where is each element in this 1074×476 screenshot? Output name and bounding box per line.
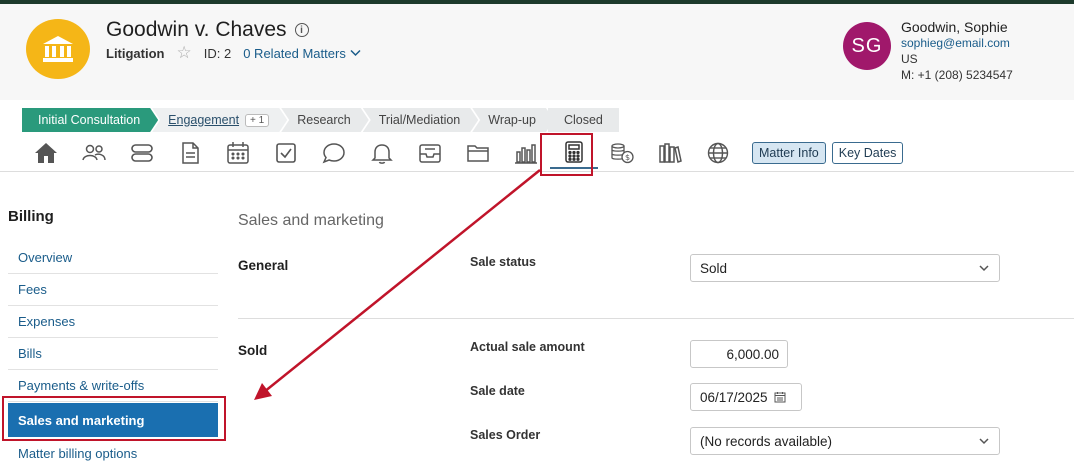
home-button[interactable] — [22, 137, 70, 169]
stage-label: Initial Consultation — [38, 113, 141, 127]
folder-icon — [467, 145, 489, 162]
checkbox-icon — [276, 143, 296, 163]
books-icon — [659, 143, 682, 163]
chat-icon — [322, 143, 345, 164]
sale-date-label: Sale date — [470, 384, 525, 398]
stage-bar: Initial Consultation Engagement + 1 Resea… — [22, 108, 619, 132]
matter-logo — [26, 19, 90, 79]
matter-info-button[interactable]: Matter Info — [752, 142, 826, 164]
tasks-button[interactable] — [262, 137, 310, 169]
globe-icon — [707, 142, 729, 164]
page-title: Sales and marketing — [238, 212, 384, 229]
folder-button[interactable] — [454, 137, 502, 169]
sales-order-select[interactable]: (No records available) — [690, 427, 1000, 455]
matter-id: ID: 2 — [203, 45, 232, 61]
stage-label: Wrap-up — [488, 113, 536, 127]
stage-label: Closed — [563, 113, 603, 127]
sale-date-value: 06/17/2025 — [700, 389, 768, 405]
sale-amount-input[interactable]: 6,000.00 — [690, 340, 788, 368]
nav-item-fees[interactable]: Fees — [8, 274, 218, 306]
matter-title: Goodwin v. Chaves i — [106, 18, 309, 42]
toolbar-divider — [0, 171, 1074, 172]
calendar-button[interactable] — [214, 137, 262, 169]
matter-title-text: Goodwin v. Chaves — [106, 18, 287, 41]
matter-meta: Litigation ☆ ID: 2 0 Related Matters — [106, 43, 361, 63]
highlight-box-billing-icon — [540, 133, 593, 176]
stage-wrap-up[interactable]: Wrap-up — [472, 108, 554, 132]
contact-name[interactable]: Goodwin, Sophie — [901, 19, 1013, 35]
stage-count-badge: + 1 — [245, 114, 269, 127]
finance-button[interactable]: $ — [598, 137, 646, 169]
highlight-box-sales-marketing — [2, 396, 226, 441]
chevron-down-icon — [350, 49, 361, 57]
coins-icon: $ — [611, 143, 634, 164]
avatar[interactable]: SG — [843, 22, 891, 70]
nav-item-expenses[interactable]: Expenses — [8, 306, 218, 338]
calendar-icon — [227, 142, 249, 164]
document-icon — [182, 142, 199, 164]
stage-label: Research — [297, 113, 351, 127]
chevron-down-icon — [979, 265, 989, 272]
matter-type: Litigation — [106, 45, 165, 61]
sale-status-label: Sale status — [470, 255, 537, 269]
stage-label: Trial/Mediation — [378, 113, 461, 127]
bar-chart-icon — [515, 144, 537, 164]
svg-text:$: $ — [625, 153, 630, 162]
info-icon[interactable]: i — [294, 23, 309, 37]
documents-button[interactable] — [166, 137, 214, 169]
sales-order-label: Sales Order — [470, 428, 541, 442]
notifications-button[interactable] — [358, 137, 406, 169]
related-matters-label: 0 Related Matters — [243, 45, 346, 61]
contact-phone: M: +1 (208) 5234547 — [901, 68, 1013, 82]
sale-status-value: Sold — [700, 260, 728, 276]
related-matters-dropdown[interactable]: 0 Related Matters — [243, 46, 361, 61]
sale-amount-label: Actual sale amount — [470, 340, 585, 354]
key-dates-button[interactable]: Key Dates — [831, 142, 904, 164]
contact-country: US — [901, 52, 918, 66]
stage-label: Engagement — [168, 113, 240, 127]
nav-item-overview[interactable]: Overview — [8, 242, 218, 274]
stage-trial-mediation[interactable]: Trial/Mediation — [363, 108, 479, 132]
stage-closed[interactable]: Closed — [547, 108, 619, 132]
section-general: General — [238, 258, 289, 273]
matter-header: Goodwin v. Chaves i Litigation ☆ ID: 2 0… — [0, 4, 1074, 100]
stage-engagement[interactable]: Engagement + 1 — [152, 108, 287, 132]
matter-toolbar: $ Matter Info Key Dates — [22, 136, 904, 170]
sidebar-title: Billing — [8, 208, 54, 225]
stage-research[interactable]: Research — [281, 108, 369, 132]
section-separator — [238, 318, 1074, 319]
star-icon[interactable]: ☆ — [177, 43, 192, 63]
people-icon — [82, 144, 106, 161]
sales-order-value: (No records available) — [700, 433, 833, 449]
contact-card: Goodwin, Sophie sophieg@email.com US M: … — [901, 19, 1013, 83]
nav-item-matter-billing-options[interactable]: Matter billing options — [8, 437, 218, 469]
inbox-icon — [419, 144, 441, 163]
home-icon — [35, 143, 57, 163]
calendar-icon[interactable] — [774, 391, 786, 403]
stack-icon — [131, 144, 153, 162]
section-sold: Sold — [238, 343, 268, 358]
chevron-down-icon — [979, 438, 989, 445]
sale-status-select[interactable]: Sold — [690, 254, 1000, 282]
chat-button[interactable] — [310, 137, 358, 169]
library-button[interactable] — [646, 137, 694, 169]
nav-item-bills[interactable]: Bills — [8, 338, 218, 370]
contact-email[interactable]: sophieg@email.com — [901, 35, 1013, 51]
courthouse-icon — [43, 36, 73, 62]
stage-initial-consultation[interactable]: Initial Consultation — [22, 108, 158, 132]
people-button[interactable] — [70, 137, 118, 169]
stack-button[interactable] — [118, 137, 166, 169]
sale-date-input[interactable]: 06/17/2025 — [690, 383, 802, 411]
web-button[interactable] — [694, 137, 742, 169]
bell-icon — [371, 144, 393, 164]
inbox-button[interactable] — [406, 137, 454, 169]
